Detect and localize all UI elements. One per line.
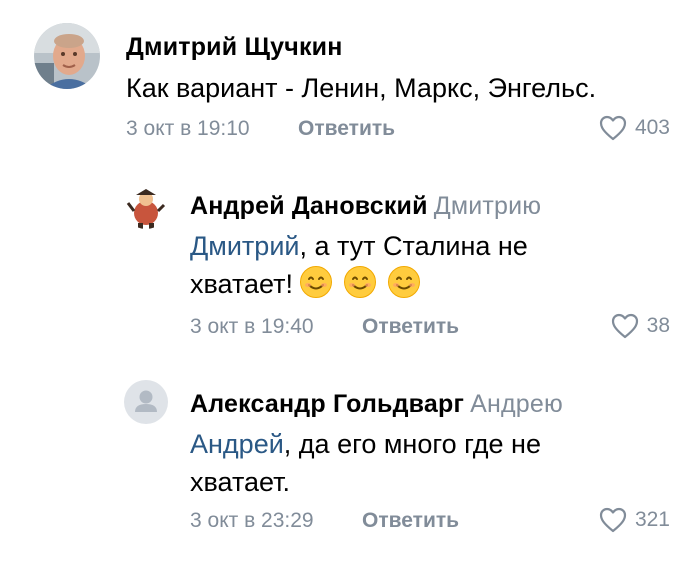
comment-author[interactable]: Андрей Дановский Дмитрию [190,192,541,221]
like-button[interactable]: 38 [611,313,670,339]
default-user-icon[interactable] [124,380,168,424]
comment-text: Как вариант - Ленин, Маркс, Энгельс. [126,73,597,103]
reply-button[interactable]: Ответить [298,117,395,141]
comment-author[interactable]: Дмитрий Щучкин [126,33,343,62]
user-photo-icon[interactable] [34,23,100,89]
comment-text: Андрей, да его много где не хватает. [190,429,541,497]
mention-link[interactable]: Андрей [190,429,284,459]
heart-icon [611,313,638,339]
like-button[interactable]: 403 [599,115,670,141]
comment-date[interactable]: 3 окт в 19:40 [190,315,314,339]
comment-date[interactable]: 3 окт в 19:10 [126,117,250,141]
comment-date[interactable]: 3 окт в 23:29 [190,509,314,533]
smiling-face-emoji [388,266,421,298]
like-count: 321 [634,508,670,531]
mention-link[interactable]: Дмитрий [190,231,299,261]
cartoon-character-icon[interactable] [124,185,168,229]
comment-item: Андрей Дановский Дмитрию Дмитрий, а тут С… [0,170,700,360]
reply-button[interactable]: Ответить [362,315,459,339]
like-button[interactable]: 321 [599,507,670,533]
comment-author[interactable]: Александр Гольдварг Андрею [190,390,563,419]
like-count: 38 [646,314,670,337]
heart-icon [599,115,627,141]
reply-button[interactable]: Ответить [362,509,459,533]
like-count: 403 [634,116,670,139]
smiling-face-emoji [344,266,377,298]
reply-to-label[interactable]: Андрею [470,390,563,418]
reply-to-label[interactable]: Дмитрию [434,192,542,220]
comment-item: Дмитрий Щучкин Как вариант - Ленин, Марк… [0,0,700,160]
smiling-face-emoji [300,266,333,298]
comment-item: Александр Гольдварг Андрею Андрей, да его… [0,368,700,568]
heart-icon [599,507,627,533]
comment-text: Дмитрий, а тут Сталина не хватает! [190,231,528,299]
